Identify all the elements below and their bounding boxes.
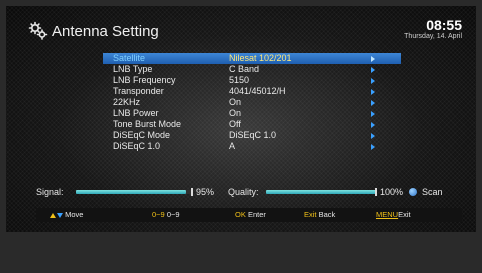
digits-key: 0~9	[152, 210, 165, 219]
setting-value[interactable]: On	[229, 108, 241, 119]
right-arrow-icon[interactable]	[371, 89, 375, 95]
right-arrow-icon[interactable]	[371, 100, 375, 106]
signal-value: 95%	[196, 187, 215, 197]
setting-row[interactable]: DiSEqC Mode DiSEqC 1.0	[103, 130, 401, 141]
right-arrow-icon[interactable]	[371, 122, 375, 128]
clock: 08:55 Thursday, 14. April	[404, 18, 462, 41]
quality-bar-fill	[266, 190, 376, 194]
right-arrow-icon[interactable]	[371, 67, 375, 73]
setting-label: DiSEqC Mode	[113, 130, 171, 140]
down-arrow-icon	[57, 212, 63, 218]
right-arrow-icon[interactable]	[371, 111, 375, 117]
up-arrow-icon	[50, 212, 56, 218]
move-hint: Move	[50, 208, 83, 222]
menu-hint: MENUExit	[376, 208, 411, 222]
scan-label[interactable]: Scan	[422, 186, 443, 198]
setting-row[interactable]: 22KHz On	[103, 97, 401, 108]
quality-value: 100%	[380, 187, 404, 197]
setting-label: 22KHz	[113, 97, 141, 107]
clock-time: 08:55	[426, 17, 462, 33]
setting-value[interactable]: 5150	[229, 75, 249, 86]
gears-icon	[28, 21, 48, 40]
setting-label: LNB Frequency	[113, 75, 176, 85]
setting-label: Tone Burst Mode	[113, 119, 182, 129]
setting-label: Satellite	[113, 53, 146, 63]
setting-row[interactable]: Satellite Nilesat 102/201	[103, 53, 401, 64]
right-arrow-icon[interactable]	[371, 144, 375, 150]
setting-row[interactable]: LNB Type C Band	[103, 64, 401, 75]
setting-value[interactable]: DiSEqC 1.0	[229, 130, 276, 141]
setting-row[interactable]: LNB Power On	[103, 108, 401, 119]
digits-label: 0~9	[166, 210, 180, 219]
digits-hint: 0~9 0~9	[152, 208, 180, 222]
signal-quality-row: Signal: 95% Quality: 100% Scan	[36, 186, 466, 198]
setting-label: LNB Power	[113, 108, 159, 118]
setting-value[interactable]: On	[229, 97, 241, 108]
setting-label: Transponder	[113, 86, 164, 96]
setting-row[interactable]: Tone Burst Mode Off	[103, 119, 401, 130]
quality-bar-end	[375, 188, 377, 196]
settings-list: Satellite Nilesat 102/201 LNB Type C Band LN…	[103, 53, 401, 152]
scan-icon[interactable]	[409, 188, 417, 196]
signal-bar	[76, 188, 193, 196]
setting-value[interactable]: Off	[229, 119, 241, 130]
menu-label: Exit	[398, 210, 411, 219]
menu-key: MENU	[376, 210, 399, 219]
exit-key: Exit	[304, 210, 317, 219]
ok-key: OK	[235, 210, 246, 219]
setting-row[interactable]: LNB Frequency 5150	[103, 75, 401, 86]
setting-value[interactable]: A	[229, 141, 235, 152]
clock-date: Thursday, 14. April	[404, 33, 462, 40]
move-label: Move	[65, 210, 84, 219]
help-bar: Move 0~9 0~9 OK Enter Exit Back MENUExit	[36, 208, 462, 222]
signal-bar-end	[191, 188, 193, 196]
setting-value[interactable]: Nilesat 102/201	[229, 53, 292, 64]
exit-hint: Exit Back	[304, 208, 335, 222]
signal-bar-fill	[76, 190, 187, 194]
ok-label: Enter	[247, 210, 266, 219]
header: Antenna Setting	[28, 20, 159, 42]
right-arrow-icon[interactable]	[371, 78, 375, 84]
signal-label: Signal:	[36, 187, 64, 197]
right-arrow-icon[interactable]	[371, 133, 375, 139]
setting-label: LNB Type	[113, 64, 153, 74]
setting-label: DiSEqC 1.0	[113, 141, 161, 151]
tv-screen: Antenna Setting 08:55 Thursday, 14. Apri…	[6, 6, 476, 232]
page-title: Antenna Setting	[52, 22, 159, 40]
quality-label: Quality:	[228, 187, 259, 197]
exit-label: Back	[318, 210, 336, 219]
setting-value[interactable]: C Band	[229, 64, 259, 75]
setting-value[interactable]: 4041/45012/H	[229, 86, 286, 97]
setting-row[interactable]: DiSEqC 1.0 A	[103, 141, 401, 152]
setting-row[interactable]: Transponder 4041/45012/H	[103, 86, 401, 97]
right-arrow-icon[interactable]	[371, 56, 375, 62]
quality-bar	[266, 188, 377, 196]
ok-hint: OK Enter	[235, 208, 266, 222]
